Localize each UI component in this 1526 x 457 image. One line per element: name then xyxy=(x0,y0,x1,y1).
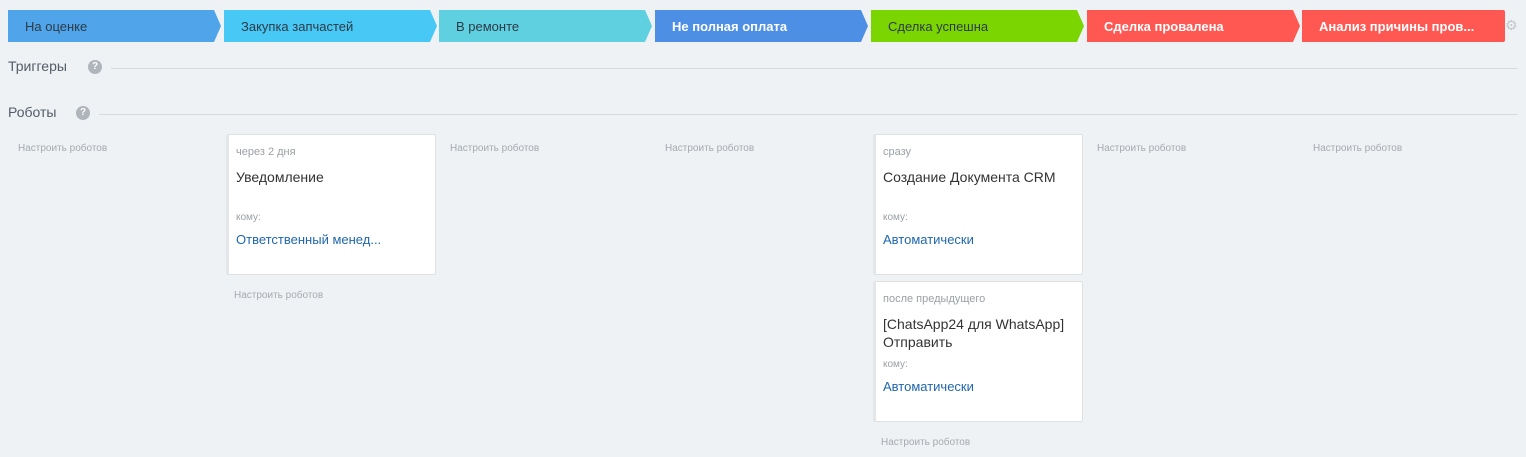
pipeline-stages: На оценке Закупка запчастей В ремонте Не… xyxy=(8,10,1516,42)
stage-label: Анализ причины пров... xyxy=(1319,18,1475,34)
setup-robots-link[interactable]: Настроить роботов xyxy=(1313,143,1402,154)
triggers-section: Триггеры ? xyxy=(8,58,1518,78)
stage-label: Не полная оплата xyxy=(672,18,788,34)
stage-label: Закупка запчастей xyxy=(241,18,354,34)
setup-robots-link[interactable]: Настроить роботов xyxy=(450,143,539,154)
triggers-title: Триггеры xyxy=(8,58,67,74)
setup-robots-link[interactable]: Настроить роботов xyxy=(234,290,323,301)
robot-recipient-value[interactable]: Автоматически xyxy=(883,379,974,394)
setup-robots-link[interactable]: Настроить роботов xyxy=(1097,143,1186,154)
question-icon[interactable]: ? xyxy=(88,60,102,74)
question-icon[interactable]: ? xyxy=(76,106,90,120)
robot-recipient-label: кому: xyxy=(883,212,908,223)
robot-delay: после предыдущего xyxy=(883,293,986,305)
setup-robots-link[interactable]: Настроить роботов xyxy=(665,143,754,154)
stage-4[interactable]: Сделка успешна xyxy=(871,10,1084,42)
robot-recipient-value[interactable]: Автоматически xyxy=(883,232,974,247)
robot-name: [ChatsApp24 для WhatsApp] Отправить xyxy=(883,316,1065,350)
robot-name: Уведомление xyxy=(236,169,324,185)
robot-recipient-value[interactable]: Ответственный менед... xyxy=(236,232,381,247)
setup-robots-link[interactable]: Настроить роботов xyxy=(18,143,107,154)
robot-card[interactable]: после предыдущего [ChatsApp24 для WhatsAp… xyxy=(873,281,1083,422)
stage-5[interactable]: Сделка провалена xyxy=(1087,10,1300,42)
stage-3[interactable]: Не полная оплата xyxy=(655,10,868,42)
stage-label: На оценке xyxy=(25,18,88,34)
divider xyxy=(99,114,1518,115)
robot-recipient-label: кому: xyxy=(236,212,261,223)
stage-label: В ремонте xyxy=(456,18,520,34)
divider xyxy=(111,68,1518,69)
setup-robots-link[interactable]: Настроить роботов xyxy=(881,437,970,448)
robot-card[interactable]: сразу Создание Документа CRM кому: Автомати… xyxy=(873,134,1083,275)
robots-section: Роботы ? xyxy=(8,104,1518,124)
stage-0[interactable]: На оценке xyxy=(8,10,221,42)
stage-1[interactable]: Закупка запчастей xyxy=(224,10,437,42)
robot-card[interactable]: через 2 дня Уведомление кому: Ответственный… xyxy=(226,134,436,275)
robot-delay: сразу xyxy=(883,146,912,158)
stage-2[interactable]: В ремонте xyxy=(439,10,652,42)
robot-name: Создание Документа CRM xyxy=(883,169,1056,185)
gear-icon[interactable]: ⚙ xyxy=(1505,19,1519,33)
robot-delay: через 2 дня xyxy=(236,146,296,158)
stage-label: Сделка успешна xyxy=(888,18,989,34)
stage-6[interactable]: Анализ причины пров... xyxy=(1302,10,1505,42)
robots-title: Роботы xyxy=(8,104,57,120)
stage-label: Сделка провалена xyxy=(1104,18,1224,34)
robot-recipient-label: кому: xyxy=(883,359,908,370)
